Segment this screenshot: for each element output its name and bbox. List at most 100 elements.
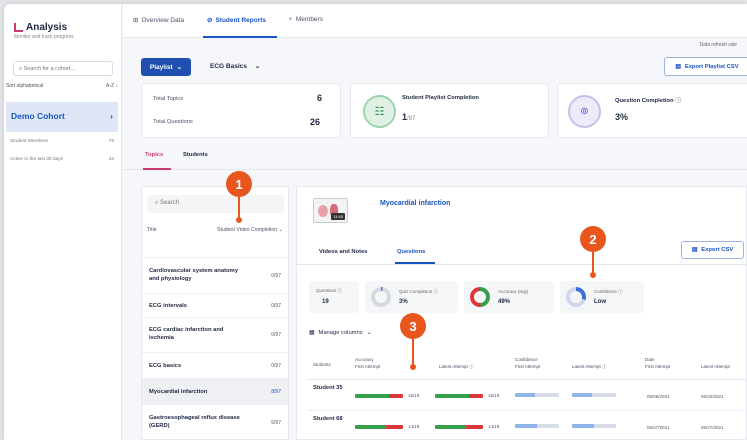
date-latest: 06/22/2021 [701,394,724,399]
cohort-stat-value: 33 [108,157,114,162]
reports-icon: ⊘ [207,17,213,24]
info-icon[interactable]: ⓘ [618,289,623,294]
sort-control[interactable]: Sort alphabetical A-Z ↕ [6,83,118,89]
topic-title: Myocardial infarction [380,200,451,207]
th-students: Students [313,362,331,367]
playlist-completion-total: /97 [407,116,416,122]
playlist-completion-card: ☷ Student Playlist Completion 1/97 [350,83,549,138]
metric-label-row: Confidence ⓘ [594,289,623,295]
th-date-latest: Latest Attempt [701,364,730,369]
brand-subtitle: Monitor and track progress [14,34,74,40]
th-confidence-first: Confidence First Attempt [515,357,540,371]
tab-overview-data[interactable]: ⊞ Overview Data [133,16,184,25]
question-completion-card: ⊚ Question Completion ⓘ 3% [557,83,747,138]
analysis-icon [14,23,23,32]
totals-card: Total Topics 6 Total Questions 26 [141,83,341,138]
topic-completion: 0/97 [271,332,281,338]
playlist-button[interactable]: Playlist ⌄ [141,58,191,76]
confidence-first-bar [515,424,559,428]
info-icon[interactable]: ⓘ [469,364,474,369]
topic-item[interactable]: ECG basics 0/97 [142,352,288,378]
sort-value[interactable]: A-Z ↕ [106,83,118,89]
topic-item[interactable]: Cardiovascular system anatomy and physio… [142,257,288,293]
info-icon[interactable]: ⓘ [434,289,439,294]
metric-quiz-completion: Quiz Completion ⓘ 3% [365,281,458,313]
topic-detail-panel: 11:40 Myocardial infarction Videos and N… [296,186,747,440]
app-window: Analysis Monitor and track progress ⌕ Se… [4,4,747,440]
topic-item[interactable]: ECG intervals 0/97 [142,293,288,317]
active-page-tab-indicator [143,168,171,170]
topic-completion: 8/97 [271,388,281,395]
th-accuracy-first: Accuracy First Attempt [355,357,380,371]
callout-dot [236,217,242,223]
total-questions-value: 26 [310,117,321,127]
export-csv-button[interactable]: ▤ Export CSV [681,241,744,259]
accuracy-first-bar [355,425,403,429]
student-name[interactable]: Student 35 [313,385,343,392]
export-playlist-button[interactable]: ▤ Export Playlist CSV [664,57,747,76]
info-icon[interactable]: ⓘ [675,98,681,104]
metric-accuracy: Accuracy (avg) 49% [464,281,554,313]
total-topics-value: 6 [317,93,323,103]
video-thumbnail[interactable]: 11:40 [313,198,348,223]
callout-dot [590,272,596,278]
th-label: First Attempt [645,363,671,369]
metric-confidence: Confidence ⓘ Low [560,281,644,313]
cohort-search-input[interactable]: ⌕ Search for a cohort... [13,61,113,76]
student-name[interactable]: Student 68 [313,416,343,423]
th-label: Latest Attempt [439,364,468,369]
tab-students[interactable]: Students [183,152,208,158]
cohort-stat-value: 76 [108,139,114,144]
topic-name: Gastroesophageal reflux disease (GERD) [149,414,240,429]
confidence-ring [566,287,586,307]
th-group-label: Date [645,357,655,362]
metric-label: Quiz Completion [399,289,433,294]
metric-value: 19 [322,299,329,305]
topic-completion: 0/97 [271,362,281,369]
tab-student-reports[interactable]: ⊘ Student Reports [207,16,267,25]
students-icon: ☷ [363,95,396,128]
callout-dot [410,364,416,370]
tab-label: Student Reports [215,16,267,24]
manage-columns-label: Manage columns [318,330,363,336]
topic-item-selected[interactable]: Myocardial infarction 8/97 [142,378,288,404]
sort-column-label: Student Video Completion [217,227,278,233]
topic-item[interactable]: Gastroesophageal reflux disease (GERD) 5/… [142,404,288,440]
sidebar-item-demo-cohort[interactable]: Demo Cohort › [6,102,118,132]
metric-label: Accuracy (avg) [498,289,529,294]
playlist-select-value: ECG Basics [210,62,247,70]
info-icon[interactable]: ⓘ [602,364,607,369]
manage-columns-button[interactable]: ▦ Manage columns ⌄ [309,330,372,336]
progress-ring [371,287,391,307]
topics-header: Title Student Video Completion ⌄ [142,227,288,233]
date-latest: 06/27/2021 [701,425,724,430]
th-label: First Attempt [515,363,541,369]
accuracy-latest-score: 15/19 [488,393,500,398]
callout-badge-1: 1 [226,171,252,197]
callout-line [238,197,240,218]
info-icon[interactable]: ⓘ [338,288,343,293]
metric-questions: Questions ⓘ 19 [309,281,359,313]
playlist-select[interactable]: ECG Basics ⌄ [210,62,260,71]
sort-dropdown[interactable]: Student Video Completion ⌄ [217,227,283,233]
tab-videos-and-notes[interactable]: Videos and Notes [319,249,368,255]
accuracy-latest-bar [435,394,483,398]
question-completion-heading: Question Completion ⓘ [615,95,681,104]
video-duration: 11:40 [331,213,345,220]
divider [307,410,746,411]
file-icon: ▤ [675,63,681,70]
divider [297,264,746,265]
sidebar: Analysis Monitor and track progress ⌕ Se… [4,4,122,440]
chevron-down-icon: ⌄ [366,330,372,336]
question-completion-label: Question Completion [615,98,674,104]
topic-name: Cardiovascular system anatomy and physio… [149,267,238,282]
tab-topics[interactable]: Topics [145,152,163,158]
topic-item[interactable]: ECG cardiac infarction and ischemia 0/97 [142,317,288,352]
brand-title: Analysis [26,22,68,33]
tab-label: Members [295,16,323,23]
topic-search-input[interactable]: ⌕ Search [147,195,284,213]
tab-members[interactable]: ♆ Members [288,16,323,23]
metric-label: Confidence [594,289,617,294]
accuracy-latest-score: 14/19 [488,424,500,429]
tab-questions[interactable]: Questions [397,249,425,255]
